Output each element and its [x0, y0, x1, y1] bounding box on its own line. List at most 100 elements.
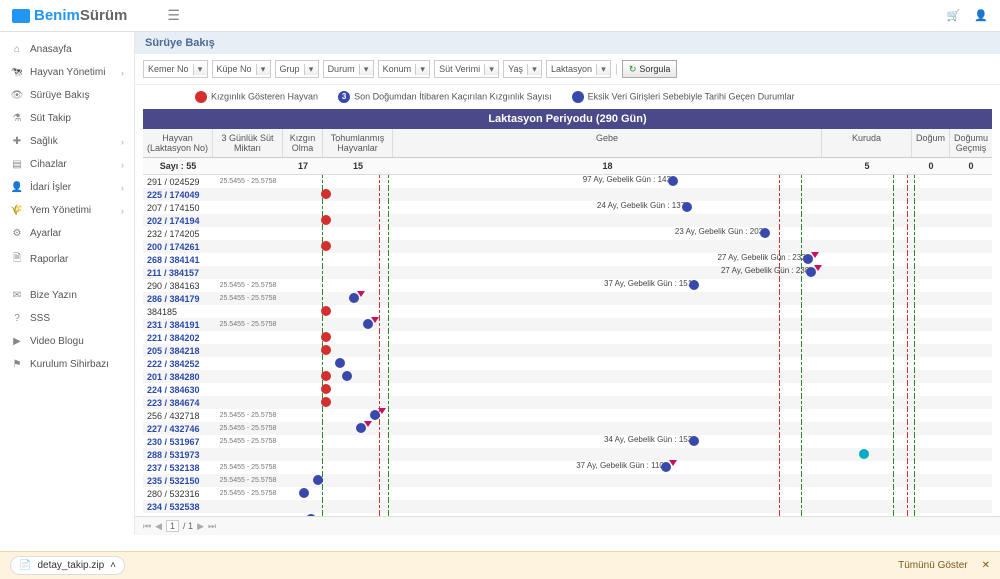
- marker-red-icon[interactable]: [321, 345, 331, 355]
- chevron-down-icon: ▾: [415, 64, 429, 75]
- chevron-up-icon[interactable]: ˄: [110, 560, 116, 571]
- animal-link[interactable]: 225 / 174049: [143, 190, 213, 200]
- col-hayvan: Hayvan (Laktasyon No): [143, 129, 213, 157]
- table-row: 234 / 532538: [143, 500, 992, 513]
- animal-link[interactable]: 268 / 384141: [143, 255, 213, 265]
- sidebar-item[interactable]: ⚙Ayarlar: [0, 222, 134, 245]
- animal-link[interactable]: 211 / 384157: [143, 268, 213, 278]
- marker-blue-icon[interactable]: [335, 358, 345, 368]
- marker-blue-icon[interactable]: [313, 475, 323, 485]
- marker-blue-icon[interactable]: [689, 436, 699, 446]
- animal-link[interactable]: 235 / 532150: [143, 476, 213, 486]
- filter-select[interactable]: Küpe No▾: [212, 60, 271, 78]
- marker-red-icon[interactable]: [321, 332, 331, 342]
- animal-link[interactable]: 202 / 174194: [143, 216, 213, 226]
- sidebar-item[interactable]: 🌾Yem Yönetimi›: [0, 199, 134, 222]
- marker-red-icon[interactable]: [321, 384, 331, 394]
- animal-link: 207 / 174150: [143, 203, 213, 213]
- animal-link[interactable]: 288 / 531973: [143, 450, 213, 460]
- animal-link[interactable]: 286 / 384179: [143, 294, 213, 304]
- sidebar-item[interactable]: ✚Sağlık›: [0, 130, 134, 153]
- animal-link: 384185: [143, 307, 213, 317]
- filter-select[interactable]: Laktasyon▾: [546, 60, 611, 78]
- chevron-down-icon: ▾: [193, 64, 207, 75]
- sidebar-item[interactable]: ▶Video Blogu: [0, 330, 134, 353]
- user-icon[interactable]: 👤: [974, 9, 988, 22]
- filter-select[interactable]: Durum▾: [323, 60, 374, 78]
- marker-blue-icon[interactable]: [342, 371, 352, 381]
- pager-prev-icon[interactable]: ◀: [155, 521, 162, 532]
- col-dogumg: Doğumu Geçmiş: [950, 129, 992, 157]
- sidebar-item[interactable]: ▤Cihazlar›: [0, 153, 134, 176]
- sidebar-item[interactable]: 🐄Hayvan Yönetimi›: [0, 61, 134, 84]
- filter-select[interactable]: Süt Verimi▾: [434, 60, 499, 78]
- table-row: 207 / 17415024 Ay, Gebelik Gün : 137: [143, 201, 992, 214]
- table-row: 231 / 38419125.5455 - 25.5758: [143, 318, 992, 331]
- animal-link: 232 / 174205: [143, 229, 213, 239]
- animal-link[interactable]: 224 / 384630: [143, 385, 213, 395]
- sidebar-item[interactable]: ⚑Kurulum Sihirbazı: [0, 353, 134, 376]
- animal-link[interactable]: 227 / 432746: [143, 424, 213, 434]
- animal-link[interactable]: 223 / 384674: [143, 398, 213, 408]
- sidebar-item[interactable]: 👤İdari İşler›: [0, 176, 134, 199]
- chevron-down-icon: ▾: [256, 64, 270, 75]
- col-kuruda: Kuruda: [822, 129, 912, 157]
- marker-blue-icon[interactable]: [689, 280, 699, 290]
- filter-select[interactable]: Grup▾: [275, 60, 319, 78]
- legend: Kızgınlık Gösteren Hayvan 3Son Doğumdan …: [135, 85, 1000, 109]
- file-icon: 📄: [19, 560, 31, 571]
- table-row: 222 / 384252: [143, 357, 992, 370]
- animal-link: 280 / 532316: [143, 489, 213, 499]
- animal-link[interactable]: 201 / 384280: [143, 372, 213, 382]
- marker-red-icon[interactable]: [321, 215, 331, 225]
- animal-link[interactable]: 221 / 384202: [143, 333, 213, 343]
- sidebar-item[interactable]: ⌂Anasayfa: [0, 38, 134, 61]
- filter-select[interactable]: Konum▾: [378, 60, 431, 78]
- table-row: 230 / 53196725.5455 - 25.575834 Ay, Gebe…: [143, 435, 992, 448]
- sidebar-item[interactable]: 👁Sürüye Bakış: [0, 84, 134, 107]
- table-row: 221 / 384202: [143, 331, 992, 344]
- marker-blue-icon[interactable]: [306, 514, 316, 516]
- animal-link[interactable]: 234 / 532538: [143, 502, 213, 512]
- marker-red-icon[interactable]: [321, 397, 331, 407]
- animal-link[interactable]: 231 / 384191: [143, 320, 213, 330]
- pager-next-icon[interactable]: ▶: [197, 521, 204, 532]
- marker-blue-icon[interactable]: [760, 228, 770, 238]
- marker-blue-icon[interactable]: [668, 176, 678, 186]
- close-icon[interactable]: ✕: [982, 560, 990, 571]
- marker-red-icon[interactable]: [321, 306, 331, 316]
- query-button[interactable]: ↻Sorgula: [622, 60, 678, 78]
- col-dogum: Doğum: [912, 129, 950, 157]
- marker-red-icon[interactable]: [321, 189, 331, 199]
- sidebar-item[interactable]: ⚗Süt Takip: [0, 107, 134, 130]
- marker-blue-icon[interactable]: [682, 202, 692, 212]
- col-3g: 3 Günlük Süt Miktarı: [213, 129, 283, 157]
- pager-last-icon[interactable]: ⏭: [208, 521, 216, 532]
- sidebar-item[interactable]: 🗎Raporlar: [0, 245, 134, 274]
- marker-cyan-icon[interactable]: [859, 449, 869, 459]
- table-row: 227 / 43274625.5455 - 25.5758: [143, 422, 992, 435]
- menu-toggle-icon[interactable]: ☰: [167, 7, 180, 24]
- table-row: 211 / 38415727 Ay, Gebelik Gün : 238: [143, 266, 992, 279]
- logo[interactable]: BenimSürüm: [12, 7, 127, 24]
- show-all-link[interactable]: Tümünü Göster: [898, 560, 967, 571]
- pager-page-input[interactable]: 1: [166, 520, 179, 532]
- download-item[interactable]: 📄 detay_takip.zip ˄: [10, 556, 125, 575]
- filter-select[interactable]: Yaş▾: [503, 60, 542, 78]
- marker-red-icon[interactable]: [321, 241, 331, 251]
- sidebar-item[interactable]: ?SSS: [0, 307, 134, 330]
- animal-link[interactable]: 222 / 384252: [143, 359, 213, 369]
- marker-blue-icon[interactable]: [299, 488, 309, 498]
- cart-icon[interactable]: 🛒: [947, 9, 961, 22]
- animal-link[interactable]: 230 / 531967: [143, 437, 213, 447]
- animal-link[interactable]: 237 / 532138: [143, 463, 213, 473]
- filter-select[interactable]: Kemer No▾: [143, 60, 208, 78]
- marker-red-icon[interactable]: [321, 371, 331, 381]
- animal-link[interactable]: 200 / 174261: [143, 242, 213, 252]
- sidebar-item[interactable]: ✉Bize Yazın: [0, 284, 134, 307]
- table-row: 384185: [143, 305, 992, 318]
- table-row: 291 / 02452925.5455 - 25.575897 Ay, Gebe…: [143, 175, 992, 188]
- animal-link[interactable]: 205 / 384218: [143, 346, 213, 356]
- pager-first-icon[interactable]: ⏮: [143, 521, 151, 532]
- col-gebe: Gebe: [393, 129, 822, 157]
